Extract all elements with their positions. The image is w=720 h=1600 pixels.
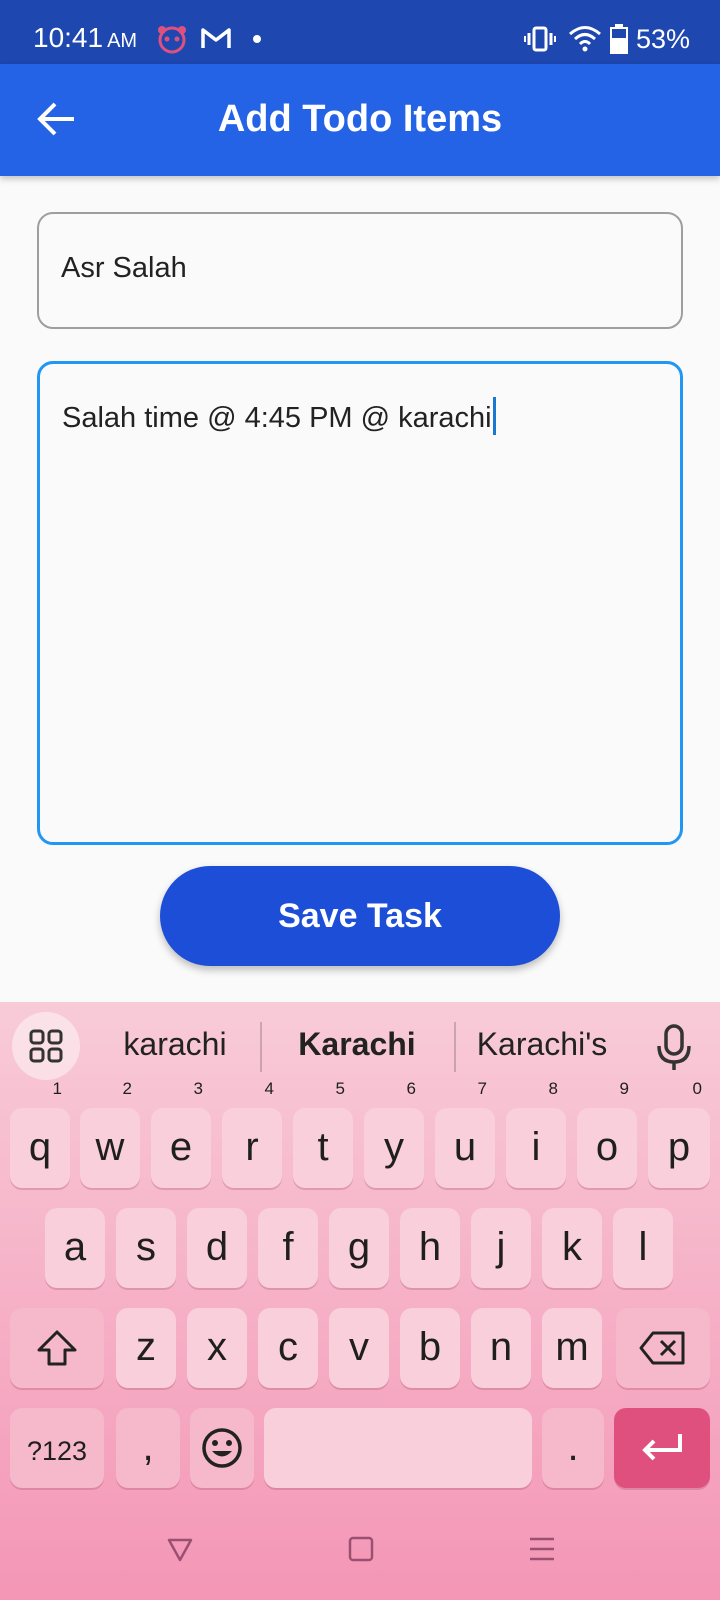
key-o[interactable]: o9 [577, 1080, 637, 1188]
keyboard-apps-button[interactable] [12, 1012, 80, 1080]
backspace-key[interactable] [616, 1308, 710, 1388]
key-m[interactable]: m [542, 1308, 602, 1388]
suggestion-divider [260, 1022, 262, 1072]
app-bar: Add Todo Items [0, 64, 720, 176]
shift-icon [37, 1330, 77, 1366]
battery-icon [610, 24, 628, 54]
enter-key[interactable] [614, 1408, 710, 1488]
shift-key[interactable] [10, 1308, 104, 1388]
nav-home-icon[interactable] [348, 1536, 374, 1562]
emoji-key[interactable] [190, 1408, 254, 1488]
key-v[interactable]: v [329, 1308, 389, 1388]
key-q[interactable]: q1 [10, 1080, 70, 1188]
nav-recents-icon[interactable] [528, 1536, 556, 1562]
key-u[interactable]: u7 [435, 1080, 495, 1188]
enter-icon [642, 1434, 682, 1461]
status-time: 10:41 AM [33, 22, 138, 53]
grid-icon [29, 1029, 63, 1063]
comma-key[interactable]: , [116, 1408, 180, 1488]
key-j[interactable]: j [471, 1208, 531, 1288]
key-f[interactable]: f [258, 1208, 318, 1288]
key-p[interactable]: p0 [648, 1080, 710, 1188]
wifi-icon [569, 26, 601, 52]
description-input[interactable]: Salah time @ 4:45 PM @ karachi [37, 361, 683, 845]
key-n[interactable]: n [471, 1308, 531, 1388]
key-a[interactable]: a [45, 1208, 105, 1288]
navigation-bar [0, 1510, 720, 1600]
period-key[interactable]: . [542, 1408, 604, 1488]
key-g[interactable]: g [329, 1208, 389, 1288]
backspace-icon [639, 1331, 685, 1365]
key-k[interactable]: k [542, 1208, 602, 1288]
gmail-icon [201, 28, 231, 48]
key-y[interactable]: y6 [364, 1080, 424, 1188]
text-cursor [492, 397, 496, 436]
panda-icon [158, 26, 186, 54]
microphone-icon[interactable] [652, 1024, 696, 1072]
suggestion-item[interactable]: Karachi's [462, 1026, 622, 1063]
nav-back-icon[interactable] [166, 1536, 194, 1564]
dot-icon [253, 35, 261, 43]
key-z[interactable]: z [116, 1308, 176, 1388]
key-w[interactable]: w2 [80, 1080, 140, 1188]
suggestion-item[interactable]: karachi [100, 1026, 250, 1063]
title-input-value: Asr Salah [61, 252, 187, 284]
key-b[interactable]: b [400, 1308, 460, 1388]
key-c[interactable]: c [258, 1308, 318, 1388]
title-input[interactable]: Asr Salah [37, 212, 683, 329]
save-task-button[interactable]: Save Task [160, 866, 560, 966]
key-l[interactable]: l [613, 1208, 673, 1288]
page-title: Add Todo Items [217, 98, 503, 140]
key-s[interactable]: s [116, 1208, 176, 1288]
key-e[interactable]: e3 [151, 1080, 211, 1188]
key-t[interactable]: t5 [293, 1080, 353, 1188]
description-input-value: Salah time @ 4:45 PM @ karachi [62, 397, 496, 436]
suggestion-item[interactable]: Karachi [278, 1026, 436, 1063]
space-key[interactable] [264, 1408, 532, 1488]
status-bar: 10:41 AM 53% [0, 0, 720, 64]
key-i[interactable]: i8 [506, 1080, 566, 1188]
emoji-icon [202, 1428, 242, 1468]
key-h[interactable]: h [400, 1208, 460, 1288]
battery-percent: 53% [636, 24, 691, 54]
key-r[interactable]: r4 [222, 1080, 282, 1188]
suggestion-divider [454, 1022, 456, 1072]
vibrate-icon [524, 26, 556, 52]
key-d[interactable]: d [187, 1208, 247, 1288]
key-x[interactable]: x [187, 1308, 247, 1388]
suggestion-bar: karachi Karachi Karachi's [0, 1002, 720, 1092]
symbols-key[interactable]: ?123 [10, 1408, 104, 1488]
